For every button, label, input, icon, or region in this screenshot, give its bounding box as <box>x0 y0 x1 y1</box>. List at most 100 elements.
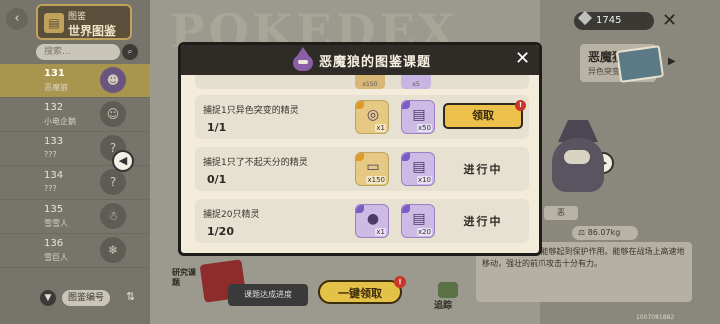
dex-name: 恶魔狼 <box>44 83 68 92</box>
build-id: 1007081882 <box>636 314 675 321</box>
dex-logo: ▤ 图鉴 世界图鉴 <box>36 4 132 40</box>
reward-qty: x1 <box>375 124 386 132</box>
notification-badge: ! <box>394 276 406 288</box>
dex-list-item[interactable]: 136 雪巨人 ❄ <box>0 234 150 268</box>
task-row: 捕捉1只异色突变的精灵 1/1 ◎ x1 ▤ x50 领取! <box>195 95 529 139</box>
close-icon[interactable]: ✕ <box>662 10 677 31</box>
reward-item[interactable]: ● x1 <box>355 204 389 238</box>
reward-qty: x10 <box>416 176 432 184</box>
dex-number: 135 <box>44 204 64 215</box>
back-icon[interactable]: ‹ <box>6 8 28 30</box>
map-icon <box>438 282 458 298</box>
pouch-icon: ● <box>366 211 380 227</box>
task-row: 捕捉1只了不起天分的精灵 0/1 ▭ x150 ▤ x10 进行中 <box>195 147 529 191</box>
pet-variant: 异色突变 <box>588 67 620 76</box>
task-progress: 0/1 <box>207 173 227 186</box>
reward-item[interactable]: ▤ x50 <box>401 100 435 134</box>
pet-type-tag: 恶 <box>544 206 578 220</box>
reward-qty: x1 <box>375 228 386 236</box>
ticket-icon: ▤ <box>412 211 426 227</box>
trace-button[interactable]: 追踪 <box>432 282 464 311</box>
prev-arrow-icon[interactable]: ◀ <box>112 150 134 172</box>
pet-avatar-icon: ☺ <box>100 101 126 127</box>
dex-name: ??? <box>44 150 57 159</box>
reward-qty: x150 <box>366 176 386 184</box>
pet-skin-card[interactable] <box>615 45 665 83</box>
claim-button[interactable]: 领取! <box>443 100 526 129</box>
dex-number: 132 <box>44 102 64 113</box>
dex-list-item[interactable]: 135 雪雪人 ☃ <box>0 200 150 234</box>
modal-title: 恶魔狼的图鉴课题 <box>319 55 432 70</box>
wolf-icon <box>291 47 315 73</box>
logo-small-text: 图鉴 <box>68 12 87 22</box>
reward-item[interactable]: ▤ x20 <box>401 204 435 238</box>
pet-face <box>564 150 590 164</box>
logo-title: 世界图鉴 <box>68 24 117 38</box>
dex-number: 133 <box>44 136 64 147</box>
filter-icon[interactable]: ▼ <box>40 290 56 306</box>
task-progress-button[interactable]: 课题达成进度 <box>228 284 308 306</box>
notification-badge: ! <box>515 100 526 111</box>
reward-item[interactable]: ◎ x1 <box>355 100 389 134</box>
dex-name: ??? <box>44 184 57 193</box>
dex-name: 小电企鹅 <box>44 117 76 126</box>
task-description: 捕捉1只异色突变的精灵 <box>203 106 299 116</box>
reward-qty: x5 <box>412 81 420 88</box>
task-description: 捕捉1只了不起天分的精灵 <box>203 158 308 168</box>
play-icon[interactable]: ▶ <box>668 56 676 67</box>
dex-list-item[interactable]: 131 恶魔狼 ☻ <box>0 64 150 98</box>
trace-label: 追踪 <box>434 301 453 311</box>
reward-item[interactable]: ▭ x150 <box>355 152 389 186</box>
pet-avatar-icon: ☃ <box>100 203 126 229</box>
pet-body <box>552 138 604 192</box>
card-icon: ▭ <box>366 159 380 175</box>
task-description: 捕捉20只精灵 <box>203 210 260 220</box>
pet-weight-value: 86.07kg <box>587 228 621 237</box>
claim-label: 领取 <box>472 109 494 122</box>
pet-avatar-icon: ❄ <box>100 237 126 263</box>
ticket-icon: ▤ <box>412 159 426 175</box>
dex-name: 雪巨人 <box>44 253 68 262</box>
task-progress: 1/20 <box>207 225 234 238</box>
wolf-icon-eyes <box>298 60 308 64</box>
dex-list-item[interactable]: 134???? <box>0 166 150 200</box>
dex-name: 雪雪人 <box>44 219 68 228</box>
search-input[interactable]: 搜索... <box>36 44 120 60</box>
reward-qty: x20 <box>416 228 432 236</box>
compass-icon: ◎ <box>366 107 380 123</box>
gem-icon <box>577 10 593 26</box>
currency-value: 1745 <box>596 15 622 26</box>
reward-item[interactable]: ▤ x10 <box>401 152 435 186</box>
dex-list-item[interactable]: 132 小电企鹅 ☺ <box>0 98 150 132</box>
pet-illustration <box>548 120 608 200</box>
reward-item: x150 <box>355 75 385 89</box>
dex-number: 136 <box>44 238 64 249</box>
ticket-icon: ▤ <box>412 107 426 123</box>
sort-order-icon[interactable]: ⇅ <box>126 290 135 303</box>
research-label: 研究课题 <box>172 268 196 287</box>
pet-weight: ⚖ 86.07kg <box>572 226 638 240</box>
task-row: 捕捉20只精灵 1/20 ● x1 ▤ x20 进行中 <box>195 199 529 243</box>
task-progress: 1/1 <box>207 121 227 134</box>
dex-number: 134 <box>44 170 64 181</box>
close-icon[interactable]: ✕ <box>515 48 530 69</box>
claim-all-button[interactable]: 一键领取 ! <box>318 276 406 304</box>
dex-number: 131 <box>44 68 65 79</box>
pet-avatar-icon: ? <box>100 169 126 195</box>
pet-avatar-icon: ☻ <box>100 67 126 93</box>
task-status: 进行中 <box>463 163 503 176</box>
task-list: x150 x5 捕捉1只异色突变的精灵 1/1 ◎ x1 ▤ x50 领取! 捕捉1只了不起天… <box>195 75 529 253</box>
list-footer: ▼ 图鉴编号 ⇅ <box>0 288 150 308</box>
modal-header: 恶魔狼的图鉴课题 ✕ <box>181 45 539 75</box>
sort-dropdown[interactable]: 图鉴编号 <box>62 290 111 306</box>
task-status: 进行中 <box>463 215 503 228</box>
tasks-modal: 恶魔狼的图鉴课题 ✕ x150 x5 捕捉1只异色突变的精灵 1/1 ◎ x1 ▤ x50… <box>178 42 542 256</box>
reward-item: x5 <box>401 75 431 89</box>
reward-qty: x150 <box>362 81 378 88</box>
claim-all-label: 一键领取 <box>338 287 382 300</box>
currency-display: 1745 <box>574 10 654 30</box>
book-icon: ▤ <box>44 13 64 33</box>
search-icon[interactable]: ⌕ <box>122 44 138 60</box>
reward-qty: x50 <box>416 124 432 132</box>
task-row-partial: x150 x5 <box>195 75 529 89</box>
